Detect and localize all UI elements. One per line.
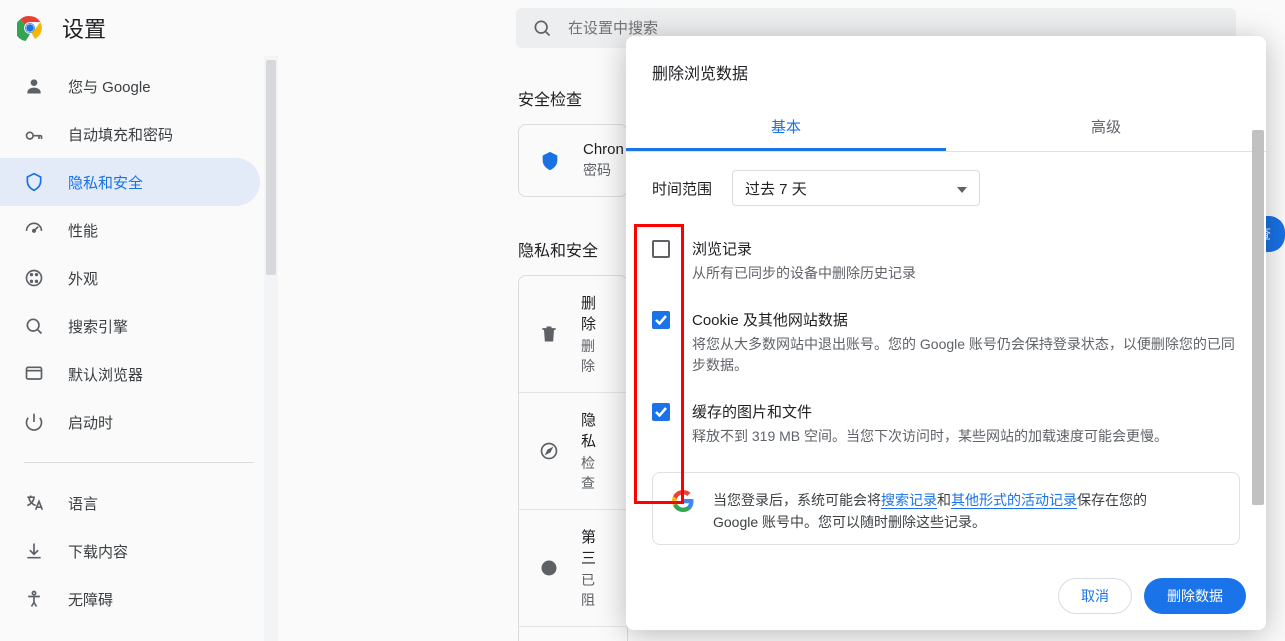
person-icon: [24, 76, 44, 96]
time-range-row: 时间范围 过去 7 天: [652, 170, 1240, 206]
row-title: 隐私: [581, 409, 607, 451]
language-icon: [24, 493, 44, 513]
sidebar-item-performance[interactable]: 性能: [0, 206, 260, 254]
link-search-records[interactable]: 搜索记录: [881, 492, 937, 509]
row-ads[interactable]: 广告 自定: [519, 627, 627, 641]
cookie-icon: [539, 557, 559, 579]
sidebar-item-label: 外观: [68, 268, 98, 289]
shield-check-icon: [539, 150, 561, 172]
checkbox-cookies[interactable]: [652, 311, 670, 329]
sidebar-item-default-browser[interactable]: 默认浏览器: [0, 350, 260, 398]
privacy-card: 删除 删除 隐私 检查 第三 已阻: [518, 275, 628, 641]
search-input[interactable]: [568, 20, 1220, 37]
clear-browsing-data-dialog: 删除浏览数据 基本 高级 时间范围 过去 7 天 浏览记录 从所有已同步的设备中…: [626, 36, 1266, 630]
checkbox-cached-images[interactable]: [652, 403, 670, 421]
safety-card-sub: 密码: [583, 160, 624, 180]
page-title: 设置: [62, 12, 106, 44]
sidebar-item-privacy-security[interactable]: 隐私和安全: [0, 158, 260, 206]
row-delete-browsing-data[interactable]: 删除 删除: [519, 276, 627, 393]
sidebar-item-on-startup[interactable]: 启动时: [0, 398, 260, 446]
search-icon: [24, 316, 44, 336]
option-title: Cookie 及其他网站数据: [692, 309, 1240, 330]
option-cookies[interactable]: Cookie 及其他网站数据 将您从大多数网站中退出账号。您的 Google 账…: [652, 301, 1240, 393]
row-sub: 已阻: [581, 570, 607, 610]
option-cached-images[interactable]: 缓存的图片和文件 释放不到 319 MB 空间。当您下次访问时，某些网站的加载速…: [652, 393, 1240, 464]
info-text: 当您登录后，系统可能会将搜索记录和其他形式的活动记录保存在您的Google 账号…: [713, 489, 1147, 534]
sidebar-item-label: 隐私和安全: [68, 172, 143, 193]
power-icon: [24, 412, 44, 432]
key-icon: [24, 124, 44, 144]
link-other-activity[interactable]: 其他形式的活动记录: [951, 492, 1077, 509]
time-range-label: 时间范围: [652, 178, 712, 199]
palette-icon: [24, 268, 44, 288]
row-sub: 删除: [581, 336, 607, 376]
option-title: 缓存的图片和文件: [692, 401, 1168, 422]
sidebar-item-label: 自动填充和密码: [68, 124, 173, 145]
option-title: 浏览记录: [692, 238, 916, 259]
sidebar-item-label: 性能: [68, 220, 98, 241]
tab-advanced[interactable]: 高级: [946, 102, 1266, 151]
option-description: 释放不到 319 MB 空间。当您下次访问时，某些网站的加载速度可能会更慢。: [692, 426, 1168, 448]
row-sub: 检查: [581, 453, 607, 493]
sidebar-divider: [24, 462, 254, 463]
trash-icon: [539, 323, 559, 345]
sidebar-item-label: 搜索引擎: [68, 316, 128, 337]
sidebar-item-label: 无障碍: [68, 589, 113, 610]
sidebar-item-autofill[interactable]: 自动填充和密码: [0, 110, 260, 158]
sidebar-item-you-and-google[interactable]: 您与 Google: [0, 62, 260, 110]
sidebar-item-accessibility[interactable]: 无障碍: [0, 575, 260, 623]
safety-card-title: Chron: [583, 141, 624, 158]
sidebar-item-search-engine[interactable]: 搜索引擎: [0, 302, 260, 350]
cancel-button[interactable]: 取消: [1058, 578, 1132, 614]
time-range-value: 过去 7 天: [745, 178, 807, 199]
google-account-info: 当您登录后，系统可能会将搜索记录和其他形式的活动记录保存在您的Google 账号…: [652, 472, 1240, 545]
tab-basic[interactable]: 基本: [626, 102, 946, 151]
delete-data-button[interactable]: 删除数据: [1144, 578, 1246, 614]
sidebar-scrollbar-thumb[interactable]: [266, 60, 276, 275]
sidebar-scrollbar-track[interactable]: [264, 56, 278, 641]
sidebar-item-label: 下载内容: [68, 541, 128, 562]
shield-icon: [24, 172, 44, 192]
time-range-select[interactable]: 过去 7 天: [732, 170, 980, 206]
chevron-down-icon: [957, 180, 967, 197]
google-logo-icon: [671, 489, 695, 513]
option-browsing-history[interactable]: 浏览记录 从所有已同步的设备中删除历史记录: [652, 230, 1240, 301]
sidebar-item-appearance[interactable]: 外观: [0, 254, 260, 302]
dialog-title: 删除浏览数据: [626, 36, 1266, 102]
sidebar-item-downloads[interactable]: 下载内容: [0, 527, 260, 575]
accessibility-icon: [24, 589, 44, 609]
download-icon: [24, 541, 44, 561]
search-icon: [532, 18, 552, 38]
sidebar-item-label: 默认浏览器: [68, 364, 143, 385]
safety-check-card[interactable]: Chron 密码: [518, 124, 628, 197]
dialog-actions: 取消 删除数据: [626, 562, 1266, 630]
sidebar-item-label: 语言: [68, 493, 98, 514]
browser-icon: [24, 364, 44, 384]
row-third-party-cookies[interactable]: 第三 已阻: [519, 510, 627, 627]
dialog-body: 时间范围 过去 7 天 浏览记录 从所有已同步的设备中删除历史记录 Co: [626, 152, 1266, 562]
sidebar-item-label: 启动时: [68, 412, 113, 433]
sidebar: 您与 Google 自动填充和密码 隐私和安全 性能 外观: [0, 56, 278, 641]
checkbox-browsing-history[interactable]: [652, 240, 670, 258]
dialog-scrollbar-thumb[interactable]: [1252, 130, 1264, 505]
chrome-logo-icon: [16, 14, 44, 42]
row-title: 删除: [581, 292, 607, 334]
compass-icon: [539, 440, 559, 462]
option-description: 将您从大多数网站中退出账号。您的 Google 账号仍会保持登录状态，以便删除您…: [692, 334, 1240, 377]
sidebar-item-languages[interactable]: 语言: [0, 479, 260, 527]
sidebar-item-label: 您与 Google: [68, 76, 151, 97]
row-privacy-guide[interactable]: 隐私 检查: [519, 393, 627, 510]
speed-icon: [24, 220, 44, 240]
option-description: 从所有已同步的设备中删除历史记录: [692, 263, 916, 285]
row-title: 第三: [581, 526, 607, 568]
dialog-tabs: 基本 高级: [626, 102, 1266, 152]
